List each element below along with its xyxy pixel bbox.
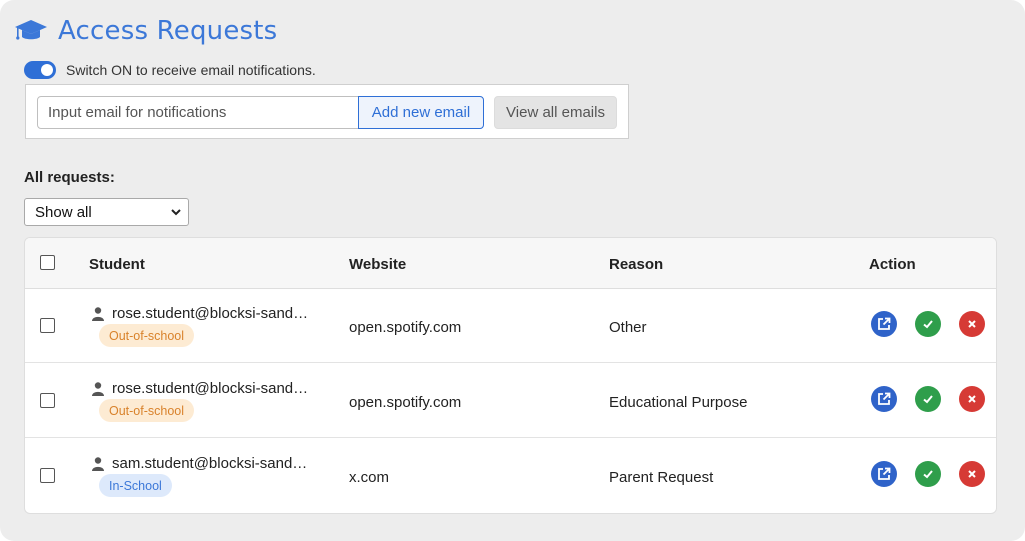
open-link-button[interactable] [871,461,897,487]
approve-button[interactable] [915,386,941,412]
status-badge: Out-of-school [99,324,195,347]
email-notification-toggle[interactable] [24,61,56,79]
student-email: rose.student@blocksi-sand… [112,305,309,322]
chevron-down-icon [171,209,181,216]
external-link-icon [878,467,891,480]
close-icon [968,470,976,478]
view-all-emails-button[interactable]: View all emails [494,96,617,129]
student-email: sam.student@blocksi-sand… [112,455,308,472]
graduation-cap-icon [14,16,48,46]
column-website: Website [349,256,407,273]
approve-button[interactable] [915,311,941,337]
reason-cell: Other [609,319,647,336]
check-icon [923,395,933,404]
row-checkbox[interactable] [40,318,55,333]
column-action: Action [869,256,916,273]
external-link-icon [878,317,891,330]
table-header: Student Website Reason Action [25,238,996,289]
student-cell: rose.student@blocksi-sand… [92,305,308,322]
approve-button[interactable] [915,461,941,487]
open-link-button[interactable] [871,386,897,412]
notification-toggle-row: Switch ON to receive email notifications… [24,61,316,79]
person-icon [92,306,104,321]
person-icon [92,456,104,471]
table-row: sam.student@blocksi-sand… In-School x.co… [25,438,996,513]
open-link-button[interactable] [871,311,897,337]
page-header: Access Requests [14,14,277,48]
student-cell: sam.student@blocksi-sand… [92,455,307,472]
reason-cell: Parent Request [609,469,714,486]
requests-table: Student Website Reason Action rose.stude… [24,237,997,514]
deny-button[interactable] [959,311,985,337]
column-student: Student [89,256,145,273]
table-row: rose.student@blocksi-sand… Out-of-school… [25,288,996,363]
student-cell: rose.student@blocksi-sand… [92,380,308,397]
request-filter-select[interactable]: Show all [24,198,189,226]
website-cell: open.spotify.com [349,394,462,411]
filter-label: All requests: [24,169,115,186]
add-email-button[interactable]: Add new email [358,96,484,129]
toggle-knob [41,64,53,76]
external-link-icon [878,392,891,405]
reason-cell: Educational Purpose [609,394,748,411]
status-badge: In-School [99,474,172,497]
access-requests-panel: Access Requests Switch ON to receive ema… [0,0,1025,541]
website-cell: open.spotify.com [349,319,462,336]
toggle-label: Switch ON to receive email notifications… [66,62,316,78]
row-checkbox[interactable] [40,393,55,408]
check-icon [923,320,933,329]
check-icon [923,470,933,479]
close-icon [968,320,976,328]
deny-button[interactable] [959,386,985,412]
status-badge: Out-of-school [99,399,195,422]
row-checkbox[interactable] [40,468,55,483]
select-all-checkbox[interactable] [40,255,55,270]
select-value: Show all [35,203,92,221]
column-reason: Reason [609,256,664,273]
person-icon [92,381,104,396]
website-cell: x.com [349,469,390,486]
email-settings-box: Add new email View all emails [25,84,629,139]
deny-button[interactable] [959,461,985,487]
close-icon [968,395,976,403]
email-input[interactable] [37,96,359,129]
page-title: Access Requests [58,16,278,46]
student-email: rose.student@blocksi-sand… [112,380,309,397]
table-row: rose.student@blocksi-sand… Out-of-school… [25,363,996,438]
